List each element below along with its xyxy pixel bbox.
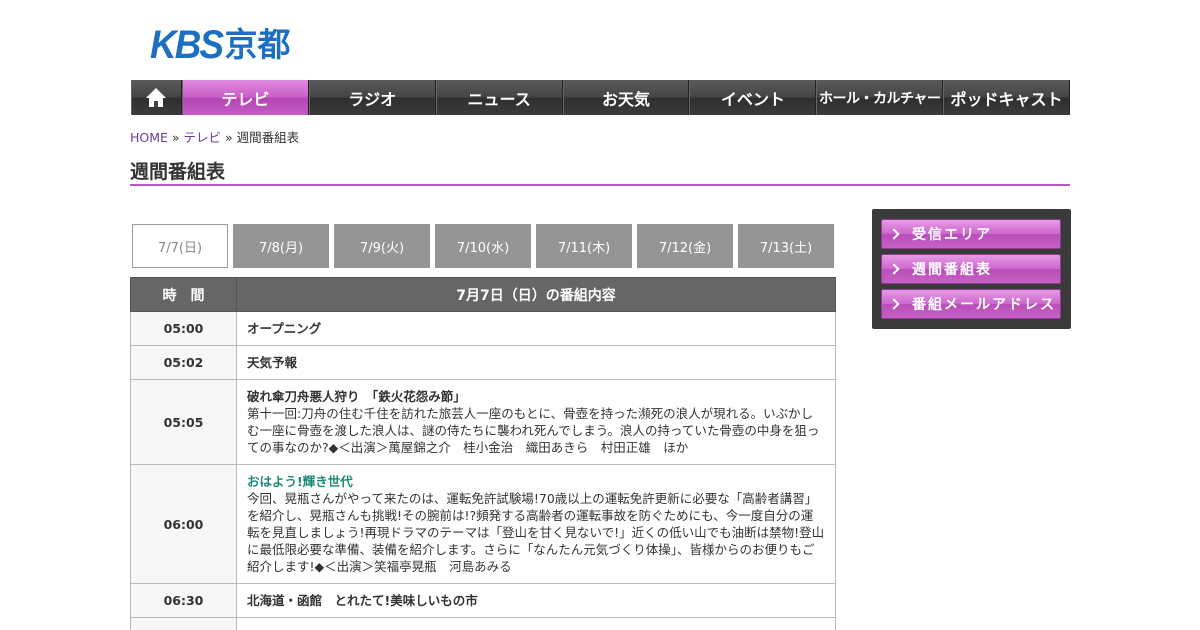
day-tab-7-8[interactable]: 7/8(月) (233, 224, 329, 268)
breadcrumb-tv-link[interactable]: テレビ (184, 130, 222, 145)
table-row: 06:00 おはよう!輝き世代 今回、晃瓶さんがやって来たのは、運転免許試験場!… (130, 464, 836, 584)
breadcrumb-home-link[interactable]: HOME (130, 130, 168, 145)
program-cell (236, 617, 836, 630)
program-cell: 破れ傘刀舟悪人狩り 「鉄火花怨み節」 第十一回:刀舟の住む千住を訪れた旅芸人一座… (236, 379, 836, 465)
program-title-link[interactable]: おはよう!輝き世代 (247, 473, 825, 490)
schedule-header-row: 時 間 7月7日（日）の番組内容 (130, 277, 836, 312)
table-row: 05:05 破れ傘刀舟悪人狩り 「鉄火花怨み節」 第十一回:刀舟の住む千住を訪れ… (130, 379, 836, 465)
program-time: 06:30 (130, 583, 237, 618)
main-nav: テレビ ラジオ ニュース お天気 イベント ホール・カルチャー ポッドキャスト (131, 80, 1070, 115)
chevron-right-icon (888, 263, 900, 275)
logo-kyoto-text: 京都 (224, 25, 291, 64)
program-cell: 天気予報 (236, 345, 836, 380)
day-tabs: 7/7(日) 7/8(月) 7/9(火) 7/10(水) 7/11(木) 7/1… (132, 224, 834, 268)
table-row: 05:02 天気予報 (130, 345, 836, 380)
program-time: 06:00 (130, 464, 237, 584)
weekly-schedule-label: 週間番組表 (912, 262, 992, 278)
breadcrumb-separator: » (221, 130, 237, 145)
nav-item-weather[interactable]: お天気 (562, 80, 690, 115)
chevron-right-icon (888, 228, 900, 240)
program-title: 破れ傘刀舟悪人狩り 「鉄火花怨み節」 (247, 389, 466, 404)
table-row: 06:30 北海道・函館 とれたて!美味しいもの市 (130, 583, 836, 618)
table-row: 05:00 オープニング (130, 311, 836, 346)
program-cell: 北海道・函館 とれたて!美味しいもの市 (236, 583, 836, 618)
day-tab-7-11[interactable]: 7/11(木) (536, 224, 632, 268)
nav-item-radio[interactable]: ラジオ (308, 80, 436, 115)
reception-area-label: 受信エリア (912, 227, 992, 243)
program-description: 今回、晃瓶さんがやって来たのは、運転免許試験場!70歳以上の運転免許更新に必要な… (247, 491, 825, 574)
breadcrumb-separator: » (167, 130, 184, 145)
nav-item-event[interactable]: イベント (689, 80, 817, 115)
kbs-kyoto-logo[interactable]: KBS 京都 (150, 23, 291, 67)
program-cell: おはよう!輝き世代 今回、晃瓶さんがやって来たのは、運転免許試験場!70歳以上の… (236, 464, 836, 584)
program-time: 05:02 (130, 345, 237, 380)
day-tab-7-12[interactable]: 7/12(金) (637, 224, 733, 268)
header-content: 7月7日（日）の番組内容 (236, 277, 836, 312)
logo-kbs-text: KBS (150, 23, 224, 67)
program-title: オープニング (247, 321, 322, 336)
nav-home-button[interactable] (131, 80, 182, 115)
schedule-table: 時 間 7月7日（日）の番組内容 05:00 オープニング 05:02 天気予報… (130, 277, 836, 630)
reception-area-button[interactable]: 受信エリア (881, 219, 1061, 249)
program-time: 07:00 (130, 617, 237, 630)
header-time: 時 間 (130, 277, 237, 312)
day-tab-7-10[interactable]: 7/10(水) (435, 224, 531, 268)
day-tab-7-7[interactable]: 7/7(日) (132, 224, 228, 268)
breadcrumb-current: 週間番組表 (236, 130, 300, 145)
program-title: 天気予報 (247, 355, 298, 370)
program-email-label: 番組メールアドレス (912, 297, 1056, 313)
program-cell: オープニング (236, 311, 836, 346)
nav-item-hall-culture[interactable]: ホール・カルチャー (816, 80, 944, 115)
nav-item-tv[interactable]: テレビ (181, 80, 309, 115)
nav-item-news[interactable]: ニュース (435, 80, 563, 115)
page-title: 週間番組表 (130, 157, 1070, 186)
program-time: 05:00 (130, 311, 237, 346)
nav-item-podcast[interactable]: ポッドキャスト (943, 80, 1070, 115)
chevron-right-icon (888, 298, 900, 310)
program-email-button[interactable]: 番組メールアドレス (881, 289, 1061, 319)
program-description: 第十一回:刀舟の住む千住を訪れた旅芸人一座のもとに、骨壺を持った瀕死の浪人が現れ… (247, 406, 820, 455)
sidebar-menu: 受信エリア 週間番組表 番組メールアドレス (872, 209, 1071, 329)
day-tab-7-9[interactable]: 7/9(火) (334, 224, 430, 268)
program-time: 05:05 (130, 379, 237, 465)
table-row: 07:00 (130, 617, 836, 630)
day-tab-7-13[interactable]: 7/13(土) (738, 224, 834, 268)
weekly-schedule-button[interactable]: 週間番組表 (881, 254, 1061, 284)
program-title: 北海道・函館 とれたて!美味しいもの市 (247, 593, 478, 608)
home-icon (145, 87, 167, 108)
breadcrumb: HOME » テレビ » 週間番組表 (130, 127, 299, 146)
